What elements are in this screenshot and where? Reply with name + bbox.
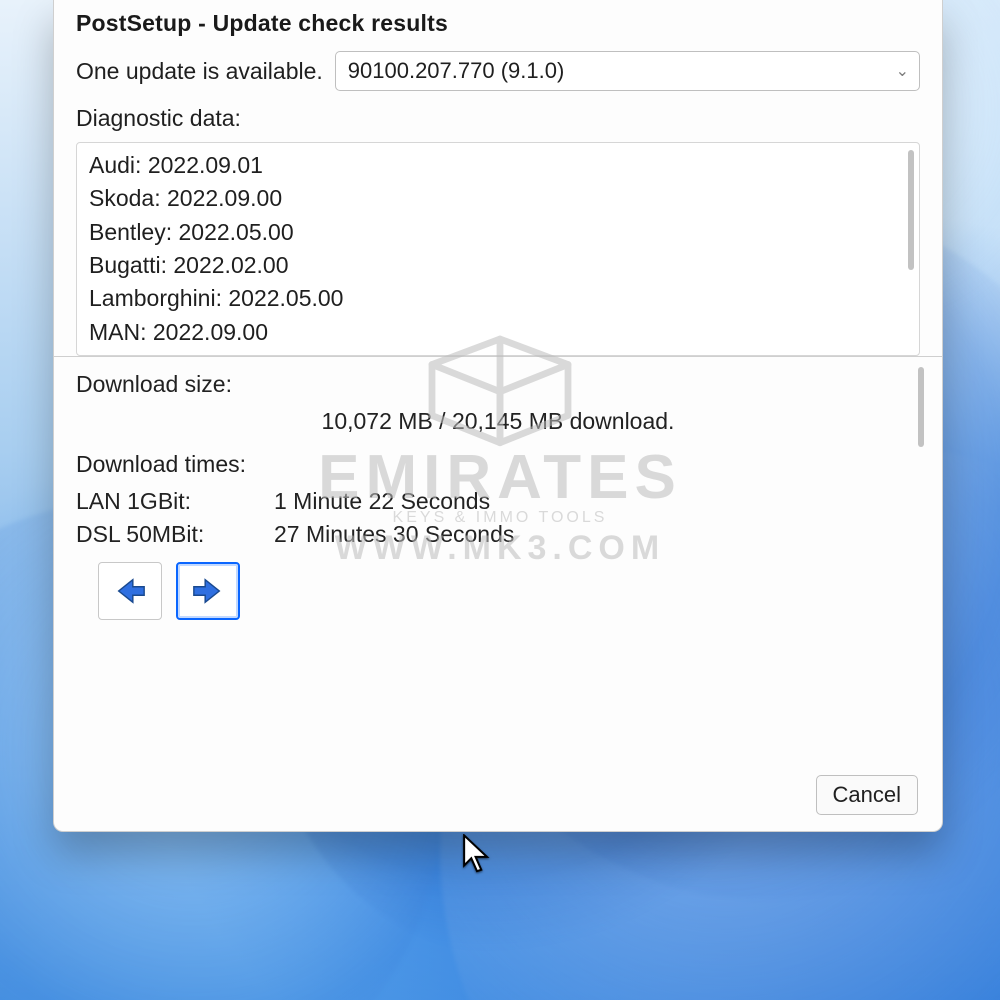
list-item: Audi: 2022.09.01 [89, 149, 909, 182]
postsetup-window: PostSetup - Update check results One upd… [53, 0, 943, 832]
cursor-icon [462, 834, 492, 874]
back-button[interactable] [98, 562, 162, 620]
chevron-down-icon: ⌄ [896, 61, 909, 81]
diagnostic-listbox[interactable]: Audi: 2022.09.01 Skoda: 2022.09.00 Bentl… [76, 142, 920, 356]
arrow-left-icon [113, 574, 147, 608]
diagnostic-label: Diagnostic data: [76, 105, 920, 132]
download-size-value: 10,072 MB / 20,145 MB download. [76, 408, 920, 435]
download-time-value: 27 Minutes 30 Seconds [274, 521, 514, 548]
list-item: Bentley: 2022.05.00 [89, 216, 909, 249]
list-item: MAN: 2022.09.00 [89, 316, 909, 349]
download-time-row: DSL 50MBit: 27 Minutes 30 Seconds [76, 521, 920, 548]
cancel-button[interactable]: Cancel [816, 775, 918, 815]
download-time-key: DSL 50MBit: [76, 521, 256, 548]
download-time-value: 1 Minute 22 Seconds [274, 488, 490, 515]
download-times-label: Download times: [76, 451, 920, 478]
update-available-label: One update is available. [76, 58, 323, 85]
list-item: Lamborghini: 2022.05.00 [89, 282, 909, 315]
update-available-row: One update is available. 90100.207.770 (… [76, 51, 920, 91]
desktop-wallpaper: PostSetup - Update check results One upd… [0, 0, 1000, 1000]
version-select[interactable]: 90100.207.770 (9.1.0) ⌄ [335, 51, 920, 91]
next-button[interactable] [176, 562, 240, 620]
scrollbar-thumb[interactable] [908, 150, 914, 270]
version-select-value: 90100.207.770 (9.1.0) [348, 58, 565, 84]
download-size-label: Download size: [76, 371, 920, 398]
download-time-key: LAN 1GBit: [76, 488, 256, 515]
list-item: Skoda: 2022.09.00 [89, 182, 909, 215]
list-item: Bugatti: 2022.02.00 [89, 249, 909, 282]
arrow-right-icon [191, 574, 225, 608]
window-title: PostSetup - Update check results [76, 10, 920, 37]
download-time-row: LAN 1GBit: 1 Minute 22 Seconds [76, 488, 920, 515]
scrollbar-thumb[interactable] [918, 367, 924, 447]
